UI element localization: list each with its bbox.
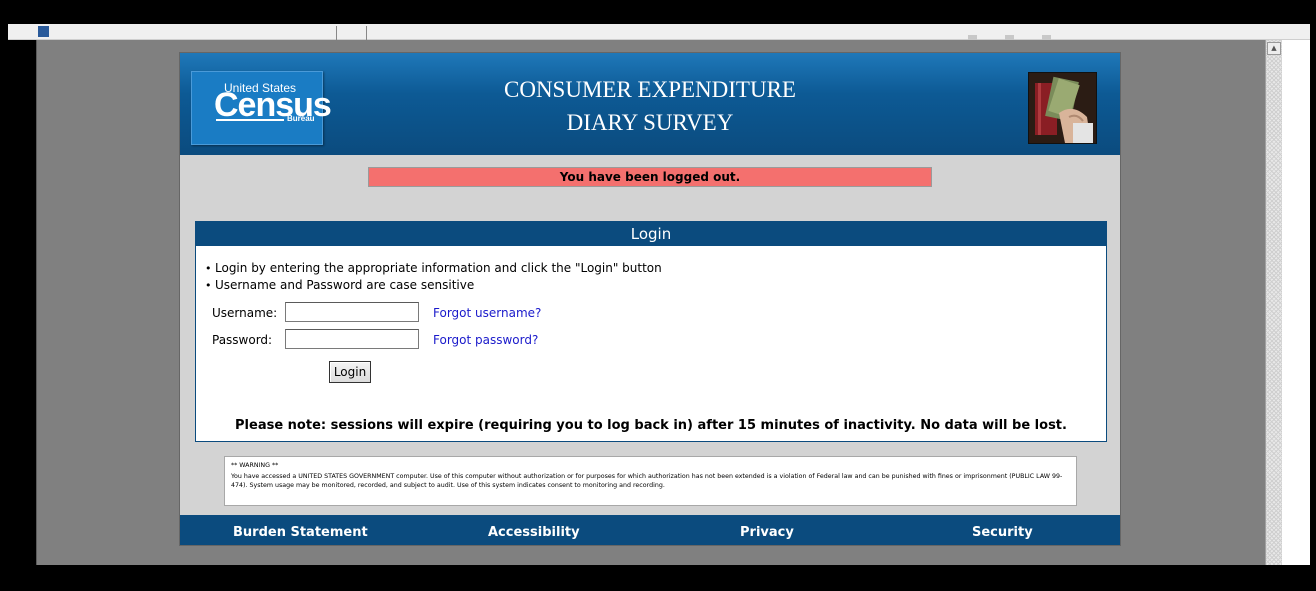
scroll-up-arrow-icon[interactable]: ▲	[1267, 42, 1281, 55]
page-icon	[38, 26, 49, 37]
forgot-password-link[interactable]: Forgot password?	[433, 333, 538, 347]
logo-underline	[216, 119, 284, 121]
vertical-scrollbar[interactable]: ▲	[1265, 40, 1282, 565]
census-bureau-logo: United States Census Bureau	[191, 71, 332, 145]
login-instructions: Login by entering the appropriate inform…	[205, 260, 662, 294]
session-timeout-note: Please note: sessions will expire (requi…	[235, 418, 1067, 433]
instruction-item: Username and Password are case sensitive	[205, 277, 662, 294]
logo-sub-text: Bureau	[287, 114, 315, 123]
login-button[interactable]: Login	[329, 361, 371, 383]
title-line-2: DIARY SURVEY	[566, 110, 734, 135]
page-title: CONSUMER EXPENDITURE DIARY SURVEY	[430, 73, 870, 139]
login-panel: Login Login by entering the appropriate …	[195, 221, 1107, 442]
logout-message-banner: You have been logged out.	[368, 167, 932, 187]
username-input[interactable]	[285, 302, 419, 322]
government-warning: ** WARNING ** You have accessed a UNITED…	[224, 456, 1077, 506]
warning-title: ** WARNING **	[231, 462, 279, 469]
window-edge	[1282, 40, 1310, 565]
browser-toolbar	[8, 24, 1310, 43]
toolbar-divider	[366, 26, 367, 40]
survey-page: United States Census Bureau CONSUMER EXP…	[179, 52, 1121, 546]
instruction-item: Login by entering the appropriate inform…	[205, 260, 662, 277]
warning-text: You have accessed a UNITED STATES GOVERN…	[231, 473, 1063, 489]
page-header: United States Census Bureau CONSUMER EXP…	[180, 53, 1120, 155]
footer-link-accessibility[interactable]: Accessibility	[488, 525, 580, 540]
login-heading: Login	[196, 222, 1106, 246]
footer-link-burden-statement[interactable]: Burden Statement	[233, 525, 368, 540]
toolbar-icons	[968, 28, 1088, 43]
password-label: Password:	[212, 333, 273, 347]
forgot-username-link[interactable]: Forgot username?	[433, 306, 541, 320]
toolbar-divider	[336, 26, 337, 40]
password-input[interactable]	[285, 329, 419, 349]
footer-link-privacy[interactable]: Privacy	[740, 525, 794, 540]
username-label: Username:	[212, 306, 278, 320]
footer-link-security[interactable]: Security	[972, 525, 1033, 540]
wallet-money-photo	[1028, 72, 1097, 144]
page-footer: Burden Statement Accessibility Privacy S…	[180, 515, 1120, 545]
title-line-1: CONSUMER EXPENDITURE	[504, 77, 796, 102]
